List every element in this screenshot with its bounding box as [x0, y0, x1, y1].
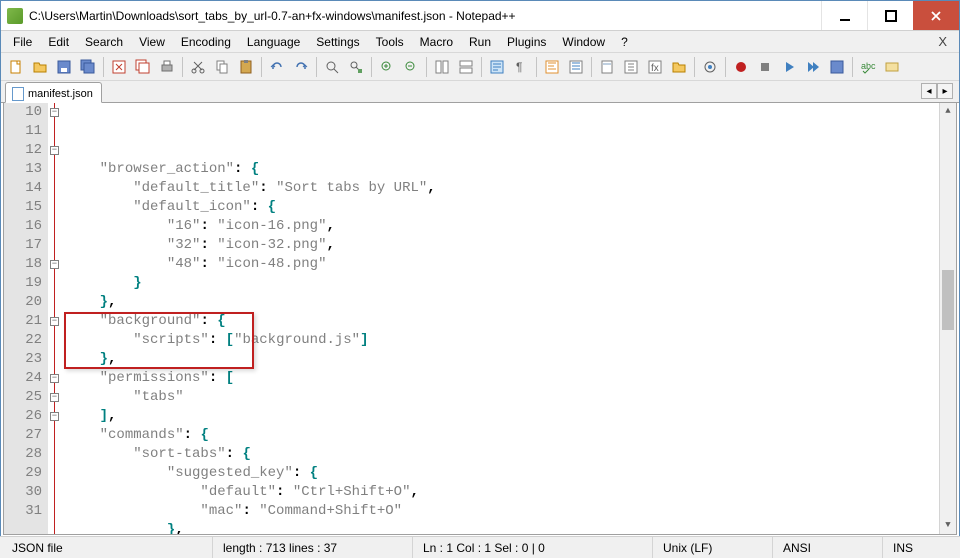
menu-macro[interactable]: Macro: [412, 33, 461, 51]
menu-encoding[interactable]: Encoding: [173, 33, 239, 51]
svg-text:¶: ¶: [516, 60, 522, 74]
titlebar: C:\Users\Martin\Downloads\sort_tabs_by_u…: [1, 1, 959, 31]
menu-run[interactable]: Run: [461, 33, 499, 51]
code-area[interactable]: "browser_action": { "default_title": "So…: [62, 103, 939, 534]
redo-icon[interactable]: [290, 56, 312, 78]
menu-tools[interactable]: Tools: [368, 33, 412, 51]
function-list-icon[interactable]: fx: [644, 56, 666, 78]
editor: 1011121314151617181920212223242526272829…: [3, 103, 957, 535]
open-file-icon[interactable]: [29, 56, 51, 78]
tab-scroll-left[interactable]: ◂: [921, 83, 937, 99]
folder-workspace-icon[interactable]: [668, 56, 690, 78]
menu-window[interactable]: Window: [554, 33, 613, 51]
play-macro-icon[interactable]: [778, 56, 800, 78]
scroll-down-icon[interactable]: ▼: [940, 517, 956, 534]
zoom-in-icon[interactable]: [376, 56, 398, 78]
save-macro-icon[interactable]: [826, 56, 848, 78]
menu-search[interactable]: Search: [77, 33, 131, 51]
zoom-out-icon[interactable]: [400, 56, 422, 78]
line-number-gutter: 1011121314151617181920212223242526272829…: [4, 103, 48, 534]
cut-icon[interactable]: [187, 56, 209, 78]
fold-toggle[interactable]: −: [50, 393, 59, 402]
status-filetype: JSON file: [2, 537, 212, 558]
menu-language[interactable]: Language: [239, 33, 308, 51]
tabbar: manifest.json ◂ ▸: [1, 81, 959, 103]
stop-macro-icon[interactable]: [754, 56, 776, 78]
fold-toggle[interactable]: −: [50, 374, 59, 383]
fold-toggle[interactable]: −: [50, 317, 59, 326]
save-all-icon[interactable]: [77, 56, 99, 78]
udl-icon[interactable]: [565, 56, 587, 78]
fold-toggle[interactable]: −: [50, 146, 59, 155]
fold-toggle[interactable]: −: [50, 260, 59, 269]
app-icon: [7, 8, 23, 24]
maximize-button[interactable]: [867, 1, 913, 30]
tab-scroll-right[interactable]: ▸: [937, 83, 953, 99]
spellcheck-next-icon[interactable]: [881, 56, 903, 78]
sync-hscroll-icon[interactable]: [455, 56, 477, 78]
copy-icon[interactable]: [211, 56, 233, 78]
minimize-button[interactable]: [821, 1, 867, 30]
statusbar: JSON file length : 713 lines : 37 Ln : 1…: [0, 536, 960, 558]
print-icon[interactable]: [156, 56, 178, 78]
menu-file[interactable]: File: [5, 33, 40, 51]
save-icon[interactable]: [53, 56, 75, 78]
close-file-icon[interactable]: [108, 56, 130, 78]
menu-edit[interactable]: Edit: [40, 33, 77, 51]
status-position: Ln : 1 Col : 1 Sel : 0 | 0: [412, 537, 652, 558]
new-file-icon[interactable]: [5, 56, 27, 78]
menu-[interactable]: ?: [613, 33, 636, 51]
replace-icon[interactable]: [345, 56, 367, 78]
spellcheck-icon[interactable]: abc: [857, 56, 879, 78]
file-tab[interactable]: manifest.json: [5, 82, 102, 103]
sync-vscroll-icon[interactable]: [431, 56, 453, 78]
play-multi-icon[interactable]: [802, 56, 824, 78]
close-all-icon[interactable]: [132, 56, 154, 78]
status-length: length : 713 lines : 37: [212, 537, 412, 558]
document-icon: [12, 87, 24, 101]
menu-plugins[interactable]: Plugins: [499, 33, 554, 51]
doc-map-icon[interactable]: [596, 56, 618, 78]
status-eol: Unix (LF): [652, 537, 772, 558]
vertical-scrollbar[interactable]: ▲ ▼: [939, 103, 956, 534]
monitor-icon[interactable]: [699, 56, 721, 78]
menubar: FileEditSearchViewEncodingLanguageSettin…: [1, 31, 959, 53]
fold-toggle[interactable]: −: [50, 108, 59, 117]
fold-column: − − − − − − −: [48, 103, 62, 534]
close-button[interactable]: [913, 1, 959, 30]
scroll-up-icon[interactable]: ▲: [940, 103, 956, 120]
status-encoding: ANSI: [772, 537, 882, 558]
undo-icon[interactable]: [266, 56, 288, 78]
scroll-thumb[interactable]: [942, 270, 954, 330]
indent-guide-icon[interactable]: [541, 56, 563, 78]
paste-icon[interactable]: [235, 56, 257, 78]
show-all-chars-icon[interactable]: ¶: [510, 56, 532, 78]
tab-label: manifest.json: [28, 88, 93, 100]
menu-view[interactable]: View: [131, 33, 173, 51]
window-controls: [821, 1, 959, 30]
find-icon[interactable]: [321, 56, 343, 78]
svg-text:fx: fx: [651, 63, 659, 74]
menubar-close-icon[interactable]: X: [938, 34, 947, 49]
status-mode: INS: [882, 537, 958, 558]
menu-settings[interactable]: Settings: [308, 33, 367, 51]
record-macro-icon[interactable]: [730, 56, 752, 78]
toolbar: ¶ fx abc: [1, 53, 959, 81]
fold-toggle[interactable]: −: [50, 412, 59, 421]
window-title: C:\Users\Martin\Downloads\sort_tabs_by_u…: [29, 9, 821, 23]
doc-list-icon[interactable]: [620, 56, 642, 78]
wordwrap-icon[interactable]: [486, 56, 508, 78]
